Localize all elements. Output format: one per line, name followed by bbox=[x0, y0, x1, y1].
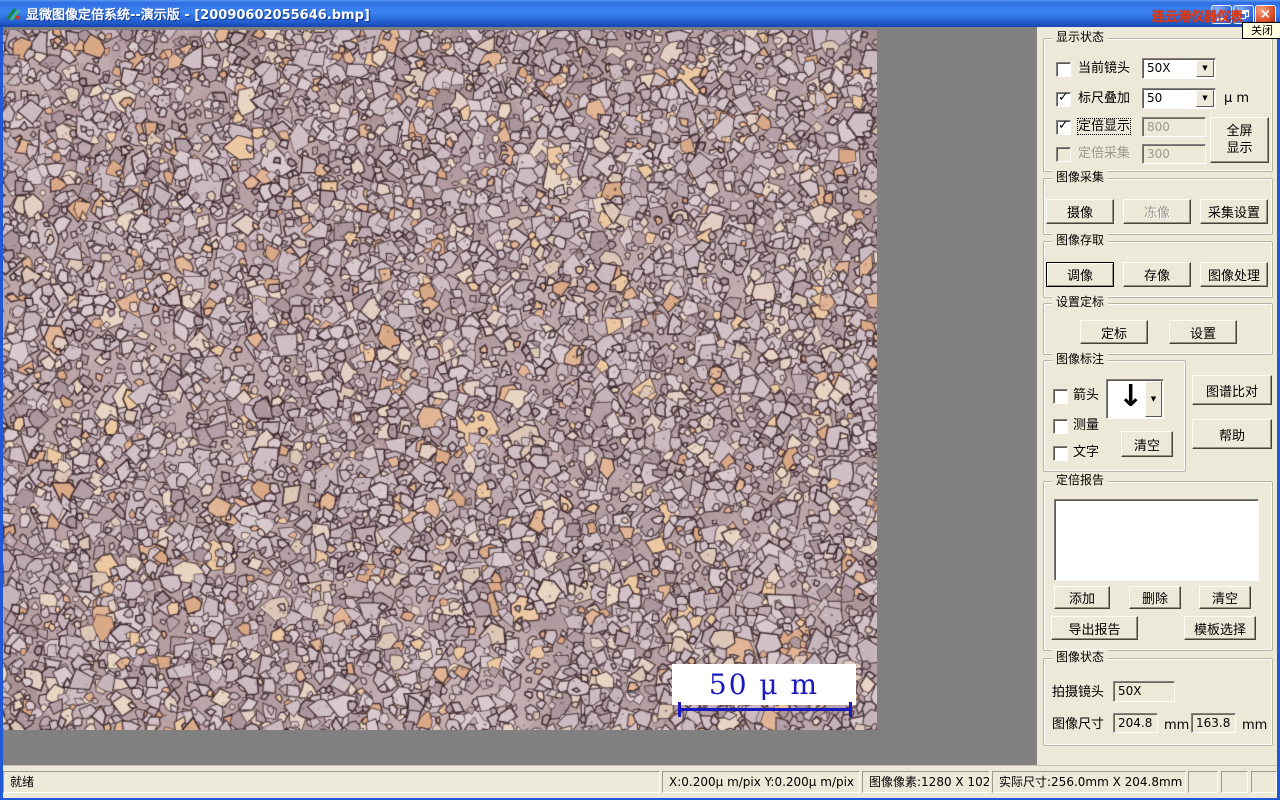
dropdown-arrow-icon: ▼ bbox=[1150, 394, 1157, 403]
current-lens-label: 当前镜头 bbox=[1078, 61, 1131, 76]
ruler-value: 50 bbox=[1147, 91, 1163, 105]
group-image-storage: 图像存取 调像 存像 图像处理 bbox=[1043, 233, 1273, 298]
check-icon: ✓ bbox=[1058, 118, 1069, 133]
ruler-value-combo[interactable]: 50 ▼ bbox=[1142, 88, 1216, 109]
ruler-overlay-label: 标尺叠加 bbox=[1078, 91, 1131, 106]
text-checkbox[interactable] bbox=[1053, 446, 1068, 461]
group-annotation-title: 图像标注 bbox=[1052, 352, 1109, 367]
micrograph-image[interactable] bbox=[3, 30, 877, 730]
scale-bar-label: 50 μ m bbox=[708, 668, 820, 701]
dropdown-arrow-icon: ▼ bbox=[1202, 64, 1208, 72]
status-actual-size: 实际尺寸:256.0mm X 204.8mm bbox=[992, 771, 1186, 793]
current-lens-checkbox[interactable] bbox=[1056, 62, 1071, 77]
lens-label: 拍摄镜头 bbox=[1052, 685, 1105, 700]
calibration-settings-button[interactable]: 设置 bbox=[1169, 320, 1237, 344]
down-arrow-icon: ↓ bbox=[1118, 379, 1144, 414]
image-width-field: 204.8 bbox=[1113, 713, 1158, 733]
atlas-compare-button[interactable]: 图谱比对 bbox=[1192, 375, 1272, 405]
group-calibration-title: 设置定标 bbox=[1052, 295, 1109, 310]
group-image-status-title: 图像状态 bbox=[1052, 650, 1109, 665]
report-add-button[interactable]: 添加 bbox=[1054, 586, 1110, 609]
load-image-button[interactable]: 调像 bbox=[1046, 262, 1114, 287]
fixed-capture-checkbox bbox=[1056, 147, 1071, 162]
report-listbox[interactable] bbox=[1054, 499, 1259, 581]
group-image-storage-title: 图像存取 bbox=[1052, 233, 1109, 248]
help-button[interactable]: 帮助 bbox=[1192, 419, 1272, 449]
control-panel: 显示状态 当前镜头 50X ▼ ✓ 标尺叠加 50 ▼ μ m ✓ 定倍显示 8… bbox=[1037, 27, 1277, 765]
measure-checkbox-label: 测量 bbox=[1073, 418, 1100, 433]
report-clear-button[interactable]: 清空 bbox=[1199, 586, 1251, 609]
image-process-button[interactable]: 图像处理 bbox=[1200, 262, 1268, 287]
fixed-capture-field: 300 bbox=[1142, 144, 1206, 164]
app-icon bbox=[5, 6, 21, 22]
group-display-status-title: 显示状态 bbox=[1052, 30, 1109, 45]
shoot-button[interactable]: 摄像 bbox=[1046, 199, 1114, 224]
scale-bar-line bbox=[678, 708, 852, 711]
group-annotation: 图像标注 箭头 测量 文字 ↓ ▼ 清空 bbox=[1043, 352, 1186, 472]
export-report-button[interactable]: 导出报告 bbox=[1051, 616, 1138, 640]
check-icon: ✓ bbox=[1058, 90, 1069, 105]
status-empty-3 bbox=[1251, 771, 1277, 793]
fullscreen-button-label-2: 显示 bbox=[1226, 141, 1253, 156]
close-icon: × bbox=[1260, 6, 1271, 22]
save-image-button[interactable]: 存像 bbox=[1123, 262, 1191, 287]
image-height-unit: mm bbox=[1242, 718, 1268, 733]
arrow-style-dropdown-button[interactable]: ▼ bbox=[1145, 381, 1162, 417]
fixed-display-field: 800 bbox=[1142, 117, 1206, 137]
status-pixel-scale: X:0.200μ m/pix Y:0.200μ m/pix bbox=[662, 771, 860, 793]
scale-bar-tick-left bbox=[678, 702, 681, 717]
dropdown-arrow-icon: ▼ bbox=[1202, 94, 1208, 102]
fullscreen-button-label-1: 全屏 bbox=[1226, 124, 1253, 139]
status-empty-2 bbox=[1221, 771, 1248, 793]
arrow-checkbox-label: 箭头 bbox=[1073, 388, 1100, 403]
vendor-watermark: 连云港仪器仪表 bbox=[1152, 10, 1244, 25]
group-display-status: 显示状态 当前镜头 50X ▼ ✓ 标尺叠加 50 ▼ μ m ✓ 定倍显示 8… bbox=[1043, 30, 1273, 172]
annotation-clear-button[interactable]: 清空 bbox=[1121, 431, 1173, 457]
group-image-capture-title: 图像采集 bbox=[1052, 170, 1109, 185]
fixed-display-label: 定倍显示 bbox=[1076, 118, 1132, 135]
group-image-status: 图像状态 拍摄镜头 50X 图像尺寸 204.8 mm 163.8 mm bbox=[1043, 650, 1273, 746]
status-ready: 就绪 bbox=[3, 771, 660, 793]
fullscreen-button[interactable]: 全屏 显示 bbox=[1210, 117, 1269, 163]
lens-value-field: 50X bbox=[1113, 681, 1175, 702]
measure-checkbox[interactable] bbox=[1053, 419, 1068, 434]
status-empty-1 bbox=[1188, 771, 1218, 793]
current-lens-value: 50X bbox=[1147, 61, 1171, 75]
title-bar[interactable]: 显微图像定倍系统--演示版 - [20090602055646.bmp] bbox=[0, 0, 1280, 27]
capture-settings-button[interactable]: 采集设置 bbox=[1200, 199, 1268, 224]
image-viewport: 50 μ m bbox=[3, 30, 877, 730]
ruler-overlay-checkbox[interactable]: ✓ bbox=[1056, 90, 1071, 107]
calibrate-button[interactable]: 定标 bbox=[1080, 320, 1148, 344]
image-size-label: 图像尺寸 bbox=[1052, 717, 1105, 732]
window-title: 显微图像定倍系统--演示版 - [20090602055646.bmp] bbox=[26, 8, 370, 23]
current-lens-combo[interactable]: 50X ▼ bbox=[1142, 58, 1216, 79]
ruler-unit-label: μ m bbox=[1224, 91, 1250, 106]
scale-bar-tick-right bbox=[849, 702, 852, 717]
report-delete-button[interactable]: 删除 bbox=[1129, 586, 1181, 609]
close-tooltip: 关闭 bbox=[1242, 22, 1280, 39]
scale-bar-box: 50 μ m bbox=[672, 664, 856, 705]
arrow-checkbox[interactable] bbox=[1053, 389, 1068, 404]
group-image-capture: 图像采集 摄像 冻像 采集设置 bbox=[1043, 170, 1273, 235]
arrow-style-combo[interactable]: ↓ ▼ bbox=[1106, 379, 1164, 419]
fixed-display-checkbox[interactable]: ✓ bbox=[1056, 118, 1071, 135]
freeze-button: 冻像 bbox=[1123, 199, 1191, 224]
status-image-pixels: 图像像素:1280 X 1024 bbox=[862, 771, 990, 793]
group-report: 定倍报告 添加 删除 清空 导出报告 模板选择 bbox=[1043, 473, 1273, 651]
app-window: { "window": { "title": "显微图像定倍系统--演示版 - … bbox=[0, 0, 1280, 800]
fixed-capture-label: 定倍采集 bbox=[1078, 146, 1131, 161]
image-width-unit: mm bbox=[1164, 718, 1190, 733]
current-lens-dropdown-button[interactable]: ▼ bbox=[1196, 60, 1214, 77]
status-bar: 就绪 X:0.200μ m/pix Y:0.200μ m/pix 图像像素:12… bbox=[3, 765, 1277, 798]
group-report-title: 定倍报告 bbox=[1052, 473, 1109, 488]
ruler-dropdown-button[interactable]: ▼ bbox=[1196, 90, 1214, 107]
text-checkbox-label: 文字 bbox=[1073, 445, 1100, 460]
template-select-button[interactable]: 模板选择 bbox=[1184, 616, 1256, 640]
group-calibration: 设置定标 定标 设置 bbox=[1043, 295, 1273, 355]
image-height-field: 163.8 bbox=[1191, 713, 1236, 733]
